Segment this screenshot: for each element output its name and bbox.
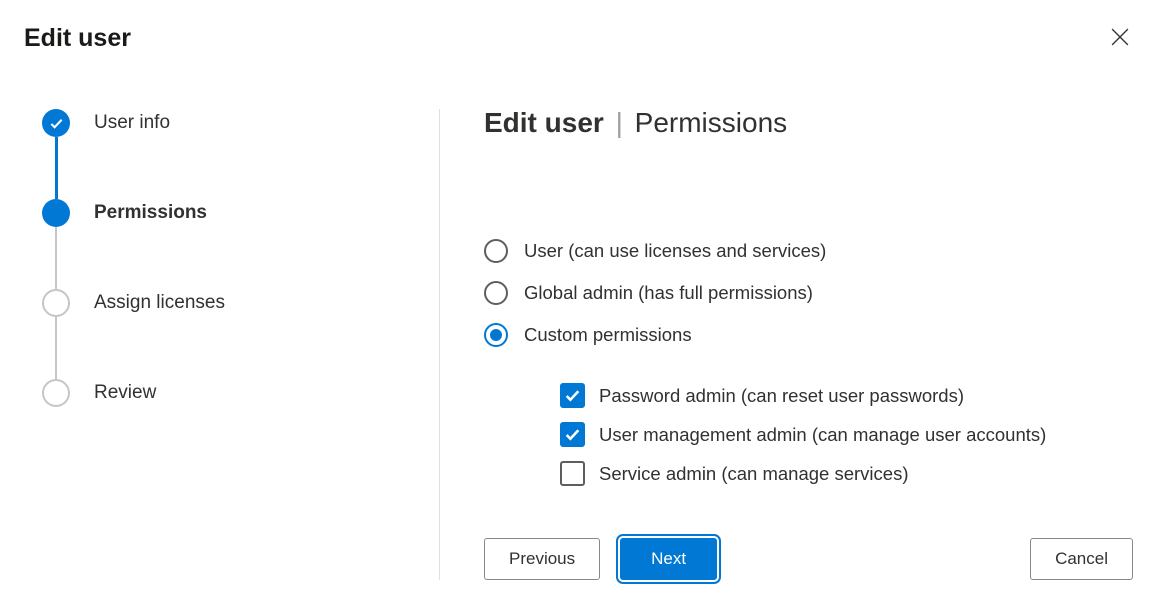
step-connector [55, 317, 57, 379]
next-button[interactable]: Next [620, 538, 717, 580]
radio-icon [484, 239, 508, 263]
radio-icon [484, 281, 508, 305]
checkbox-label: Password admin (can reset user passwords… [599, 385, 964, 407]
step-indicator-current [42, 199, 70, 227]
panel-title: Edit user [24, 24, 131, 53]
checkbox-icon [560, 383, 585, 408]
checkmark-icon [564, 426, 581, 443]
checkmark-icon [49, 116, 64, 131]
step-indicator-completed [42, 109, 70, 137]
close-button[interactable] [1107, 24, 1133, 53]
checkbox-service-admin[interactable]: Service admin (can manage services) [560, 461, 1133, 486]
cancel-button[interactable]: Cancel [1030, 538, 1133, 580]
step-label: Permissions [94, 202, 207, 224]
checkmark-icon [564, 387, 581, 404]
checkbox-password-admin[interactable]: Password admin (can reset user passwords… [560, 383, 1133, 408]
radio-icon [484, 323, 508, 347]
page-heading: Edit user | Permissions [484, 107, 1133, 139]
step-label: Assign licenses [94, 292, 225, 314]
checkbox-icon [560, 461, 585, 486]
step-user-info[interactable]: User info [42, 109, 439, 137]
steps-container: User info Permissions Assign licenses Re… [42, 109, 439, 407]
heading-step: Permissions [635, 107, 787, 138]
checkbox-label: User management admin (can manage user a… [599, 424, 1046, 446]
step-label: User info [94, 112, 170, 134]
radio-global-admin[interactable]: Global admin (has full permissions) [484, 281, 1133, 305]
step-assign-licenses[interactable]: Assign licenses [42, 289, 439, 317]
heading-context: Edit user [484, 107, 604, 138]
radio-label: User (can use licenses and services) [524, 240, 826, 262]
main-content: Edit user | Permissions User (can use li… [440, 109, 1133, 580]
permissions-radio-group: User (can use licenses and services) Glo… [484, 239, 1133, 486]
checkbox-icon [560, 422, 585, 447]
step-review[interactable]: Review [42, 379, 439, 407]
radio-custom-permissions[interactable]: Custom permissions [484, 323, 1133, 347]
radio-label: Custom permissions [524, 324, 692, 346]
wizard-stepper: User info Permissions Assign licenses Re… [42, 109, 440, 580]
step-permissions[interactable]: Permissions [42, 199, 439, 227]
checkbox-label: Service admin (can manage services) [599, 463, 909, 485]
previous-button[interactable]: Previous [484, 538, 600, 580]
radio-label: Global admin (has full permissions) [524, 282, 813, 304]
custom-permissions-checkboxes: Password admin (can reset user passwords… [560, 383, 1133, 486]
checkbox-user-management-admin[interactable]: User management admin (can manage user a… [560, 422, 1133, 447]
step-label: Review [94, 382, 156, 404]
step-indicator-upcoming [42, 289, 70, 317]
heading-separator: | [616, 107, 623, 138]
step-indicator-upcoming [42, 379, 70, 407]
close-icon [1111, 28, 1129, 46]
panel-header: Edit user [0, 0, 1155, 53]
content-wrap: User info Permissions Assign licenses Re… [0, 53, 1155, 580]
wizard-button-row: Previous Next Cancel [484, 538, 1133, 580]
radio-user[interactable]: User (can use licenses and services) [484, 239, 1133, 263]
step-connector [55, 227, 57, 289]
step-connector [55, 137, 58, 199]
